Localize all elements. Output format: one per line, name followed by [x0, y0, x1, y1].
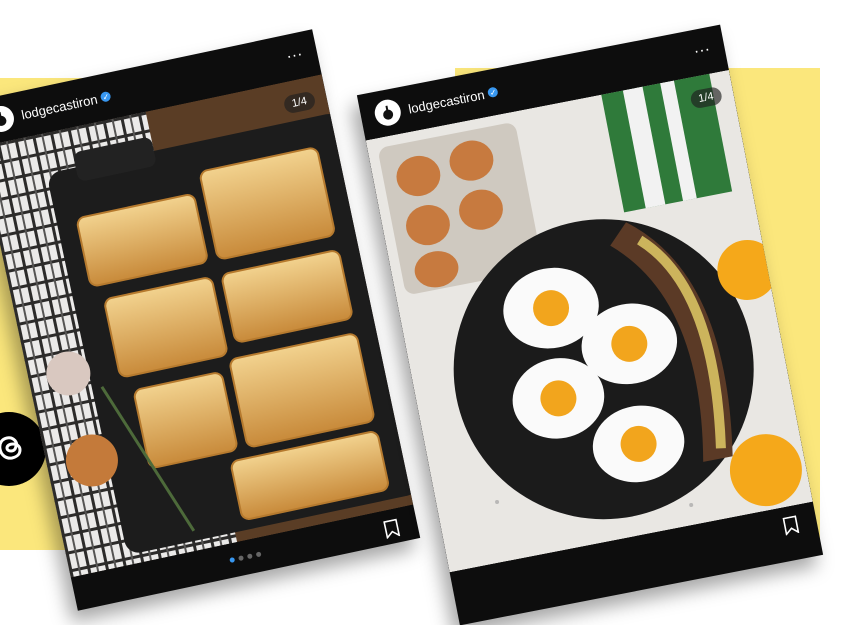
carousel-dots	[229, 551, 262, 563]
focaccia-photo-illustration	[0, 74, 414, 578]
carousel-dot[interactable]	[238, 555, 244, 562]
verified-badge-icon: ✓	[487, 86, 499, 99]
username-link[interactable]: lodgecastiron	[20, 91, 99, 122]
username-link[interactable]: lodgecastiron	[407, 87, 486, 116]
post-photo[interactable]	[0, 74, 414, 578]
carousel-dot[interactable]	[246, 553, 253, 560]
avatar[interactable]	[0, 103, 17, 135]
more-options-icon[interactable]: ...	[692, 37, 711, 58]
avatar[interactable]	[372, 97, 404, 128]
bookmark-icon[interactable]	[382, 518, 402, 544]
instagram-post-focaccia[interactable]: lodgecastiron ✓ ... 1/4	[0, 29, 421, 611]
carousel-dot[interactable]	[255, 551, 262, 558]
verified-badge-icon: ✓	[100, 90, 112, 103]
bookmark-icon[interactable]	[781, 515, 801, 541]
carousel-dot[interactable]	[229, 557, 236, 563]
more-options-icon[interactable]: ...	[285, 42, 305, 63]
